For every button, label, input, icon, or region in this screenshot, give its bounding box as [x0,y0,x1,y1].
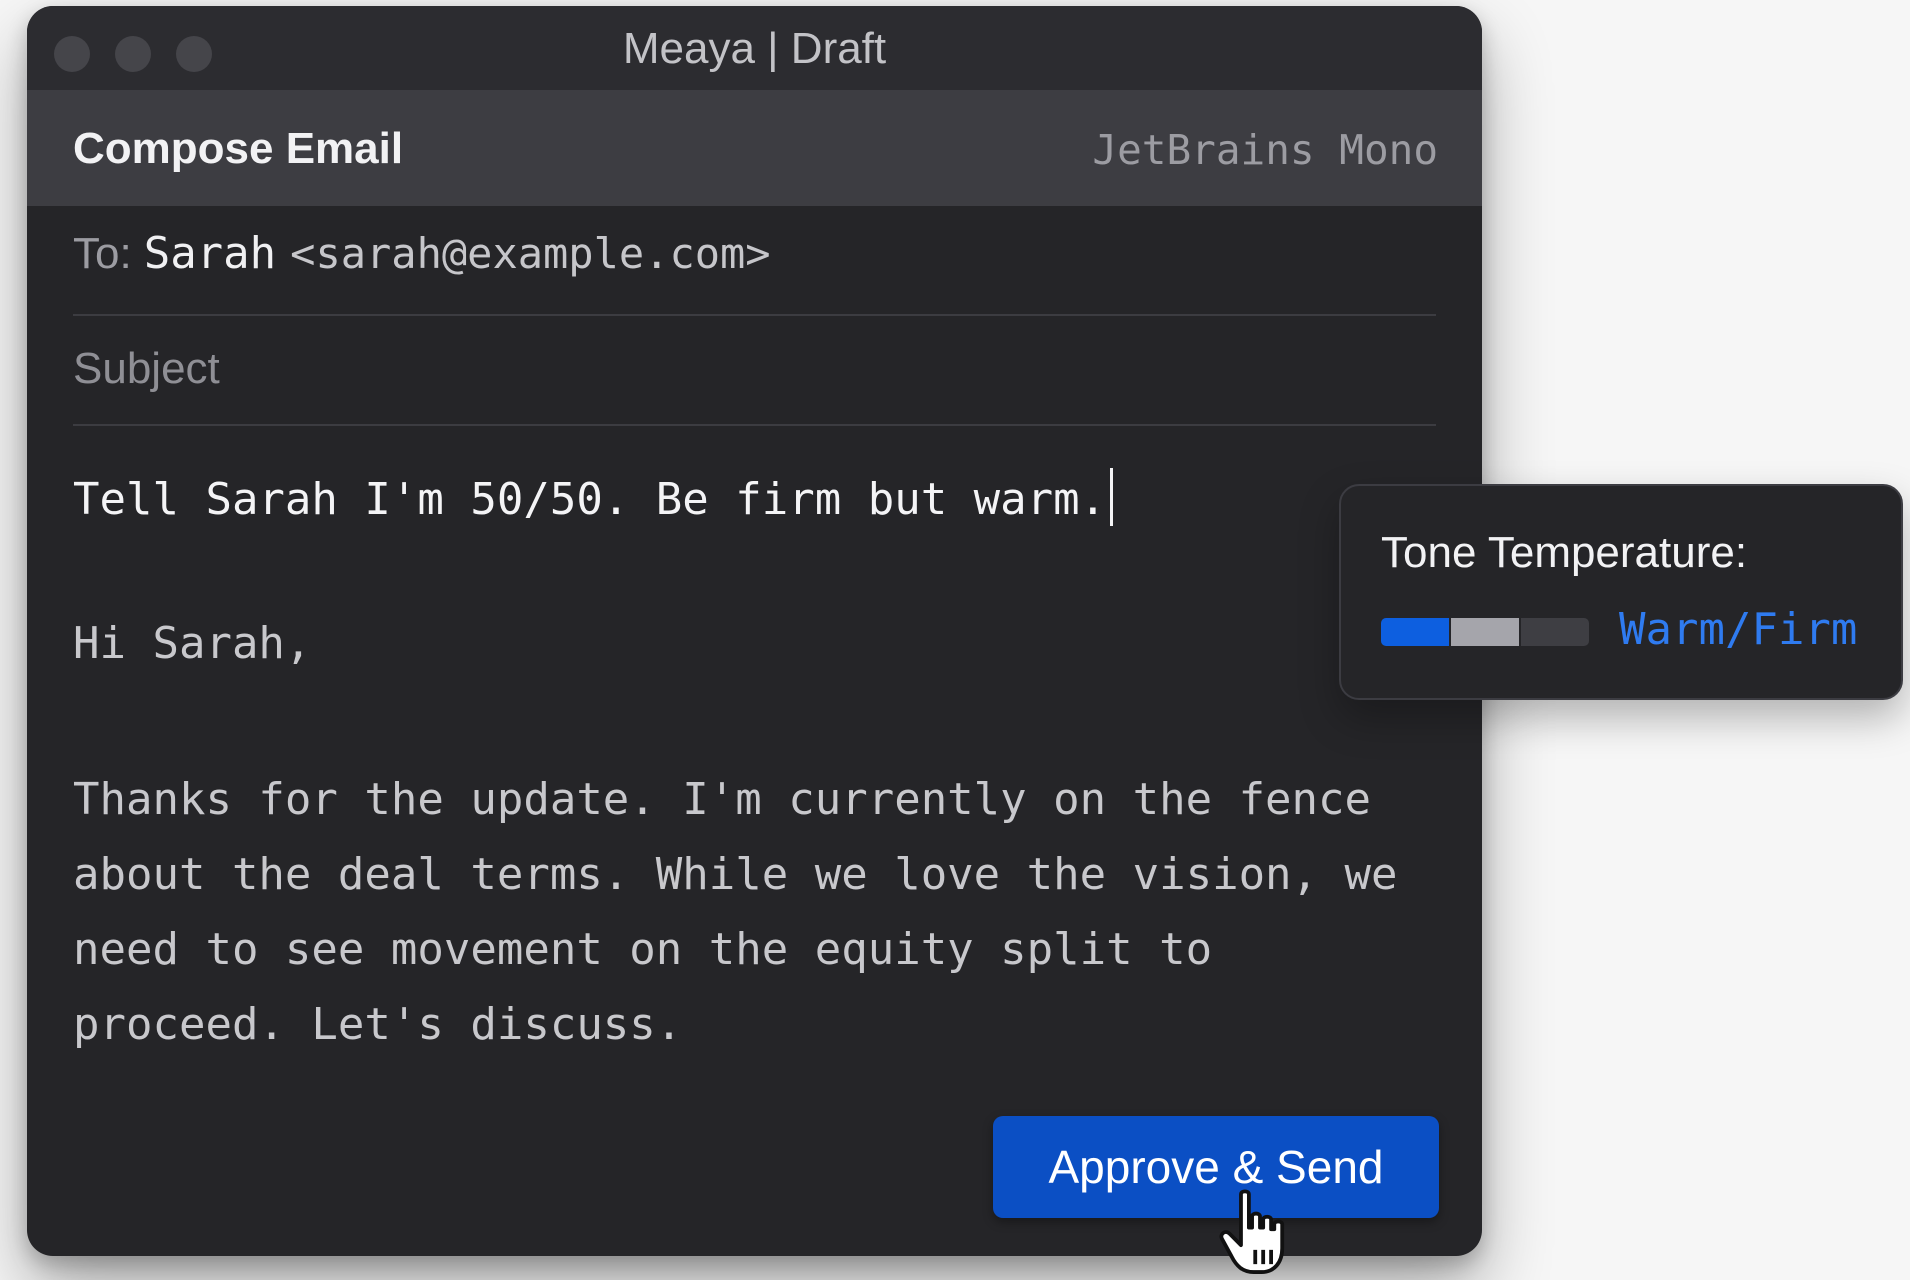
compose-title: Compose Email [73,124,404,173]
tone-value: Warm/Firm [1619,604,1858,655]
tone-meter-segment [1381,618,1449,646]
recipient-name: Sarah [143,228,277,279]
prompt-text: Tell Sarah I'm 50/50. Be firm but warm. [73,474,1107,525]
to-field[interactable]: To: Sarah <sarah@example.com> [73,228,771,279]
tone-temperature-popover: Tone Temperature: Warm/Firm [1339,484,1903,700]
tone-label: Tone Temperature: [1381,528,1748,577]
compose-window: Meaya | Draft Compose Email JetBrains Mo… [27,6,1482,1256]
recipient-address: <sarah@example.com> [290,229,771,278]
body-line: need to see movement on the equity split… [73,924,1213,975]
body-line: Thanks for the update. I'm currently on … [73,774,1372,825]
compose-toolbar: Compose Email JetBrains Mono [27,90,1482,206]
body-line: about the deal terms. While we love the … [73,849,1398,900]
window-title: Meaya | Draft [622,24,887,73]
tone-meter [1381,618,1589,646]
divider [73,314,1436,316]
to-label: To: [73,229,132,278]
body-line: proceed. Let's discuss. [73,999,683,1050]
subject-field[interactable]: Subject [73,344,220,394]
prompt-input[interactable]: Tell Sarah I'm 50/50. Be firm but warm. [73,468,1114,526]
text-caret [1110,468,1114,526]
hand-pointer-icon [1219,1189,1285,1274]
tone-meter-segment [1521,618,1589,646]
email-body[interactable]: Thanks for the update. I'm currently on … [73,762,1453,1062]
divider [73,424,1436,426]
email-greeting[interactable]: Hi Sarah, [73,618,311,669]
title-bar: Meaya | Draft [27,6,1482,90]
font-name-label[interactable]: JetBrains Mono [1092,126,1438,174]
tone-meter-segment [1451,618,1519,646]
